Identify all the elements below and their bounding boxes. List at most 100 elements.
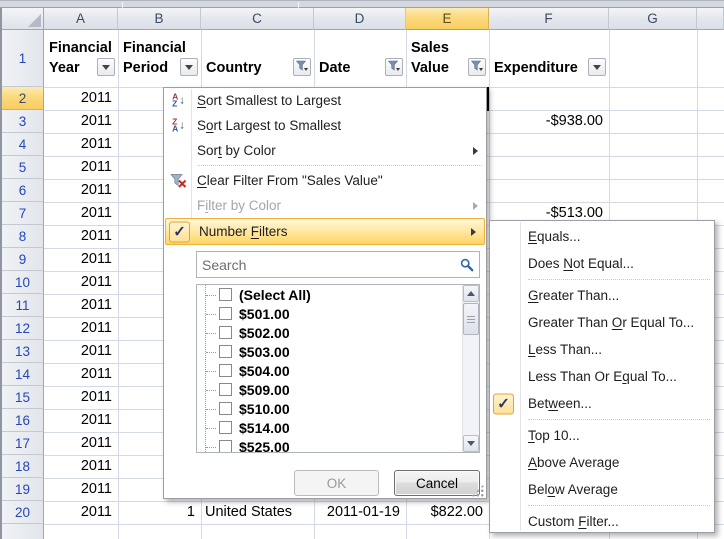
grid-cell-a13[interactable]: 2011 [44,340,118,363]
checkbox-unchecked[interactable] [219,345,232,358]
filter-dropdown-button[interactable] [588,58,606,76]
column-header-A[interactable]: A [44,8,118,30]
menu-item-greater-than[interactable]: Greater Than... [490,282,714,309]
grid-cell-a18[interactable]: 2011 [44,455,118,478]
filter-value-item[interactable]: (Select All) [197,285,479,304]
filter-value-item[interactable]: $501.00 [197,304,479,323]
menu-item-top-10[interactable]: Top 10... [490,422,714,449]
row-header-1[interactable]: 1 [2,30,44,87]
grid-cell-a3[interactable]: 2011 [44,110,118,133]
checkbox-unchecked[interactable] [219,307,232,320]
scroll-up-button[interactable] [463,285,479,302]
menu-item-sort-largest-to-smallest[interactable]: ZA↓Sort Largest to Smallest [164,113,486,138]
grid-cell-a16[interactable]: 2011 [44,409,118,432]
column-header-sliver[interactable] [697,8,724,30]
row-header-19[interactable]: 19 [2,478,44,501]
filter-dropdown-button[interactable] [97,58,115,76]
filter-value-item[interactable]: $514.00 [197,418,479,437]
row-header-16[interactable]: 16 [2,409,44,432]
search-input[interactable] [197,257,455,273]
grid-cell-a19[interactable]: 2011 [44,478,118,501]
row-header-12[interactable]: 12 [2,317,44,340]
row-header-14[interactable]: 14 [2,363,44,386]
filter-value-item[interactable]: $525.00 [197,437,479,453]
row-header-8[interactable]: 8 [2,225,44,248]
ok-button[interactable]: OK [294,470,379,496]
search-icon[interactable] [455,258,479,272]
grid-cell-c20[interactable]: United States [201,501,314,524]
grid-cell-a8[interactable]: 2011 [44,225,118,248]
header-cell-f[interactable]: Expenditure [490,30,609,87]
menu-item-below-average[interactable]: Below Average [490,476,714,503]
row-header-3[interactable]: 3 [2,110,44,133]
header-cell-b[interactable]: FinancialPeriod [119,30,201,87]
grid-cell-a5[interactable]: 2011 [44,156,118,179]
grid-cell-a12[interactable]: 2011 [44,317,118,340]
filter-applied-button[interactable] [293,58,311,76]
menu-item-custom-filter[interactable]: Custom Filter... [490,508,714,535]
row-header-17[interactable]: 17 [2,432,44,455]
menu-item-equals[interactable]: Equals... [490,223,714,250]
filter-value-item[interactable]: $510.00 [197,399,479,418]
filter-applied-button[interactable] [468,58,486,76]
grid-cell-a2[interactable]: 2011 [44,87,118,110]
menu-item-less-than-or-equal-to[interactable]: Less Than Or Equal To... [490,363,714,390]
menu-item-greater-than-or-equal-to[interactable]: Greater Than Or Equal To... [490,309,714,336]
filter-applied-button[interactable] [385,58,403,76]
column-header-E[interactable]: E [406,8,489,30]
grid-cell-a7[interactable]: 2011 [44,202,118,225]
menu-item-between[interactable]: ✓Between... [490,390,714,417]
menu-item-clear-filter-from-sales-value[interactable]: Clear Filter From "Sales Value" [164,168,486,193]
filter-dropdown-button[interactable] [180,58,198,76]
filter-value-item[interactable]: $502.00 [197,323,479,342]
row-header-9[interactable]: 9 [2,248,44,271]
header-cell-e[interactable]: SalesValue [407,30,489,87]
grid-cell-d20[interactable]: 2011-01-19 [314,501,406,524]
row-header-10[interactable]: 10 [2,271,44,294]
listbox-scrollbar[interactable] [462,285,479,452]
scroll-down-button[interactable] [463,435,479,452]
header-cell-d[interactable]: Date [315,30,406,87]
grid-cell-a6[interactable]: 2011 [44,179,118,202]
row-header-11[interactable]: 11 [2,294,44,317]
grid-cell-b20[interactable]: 1 [118,501,201,524]
menu-item-number-filters[interactable]: ✓Number Filters [165,218,485,245]
menu-item-above-average[interactable]: Above Average [490,449,714,476]
filter-value-item[interactable]: $504.00 [197,361,479,380]
grid-cell-e20[interactable]: $822.00 [406,501,489,524]
checkbox-unchecked[interactable] [219,326,232,339]
select-all-corner[interactable] [2,8,44,30]
row-header-13[interactable]: 13 [2,340,44,363]
checkbox-unchecked[interactable] [219,402,232,415]
column-header-B[interactable]: B [118,8,201,30]
checkbox-unchecked[interactable] [219,440,232,453]
row-header-2[interactable]: 2 [2,87,44,110]
row-header-15[interactable]: 15 [2,386,44,409]
row-header-5[interactable]: 5 [2,156,44,179]
grid-cell-a17[interactable]: 2011 [44,432,118,455]
checkbox-unchecked[interactable] [219,288,232,301]
row-header-7[interactable]: 7 [2,202,44,225]
grid-cell-a4[interactable]: 2011 [44,133,118,156]
cancel-button[interactable]: Cancel [394,470,480,496]
row-header-4[interactable]: 4 [2,133,44,156]
checkbox-unchecked[interactable] [219,383,232,396]
scrollbar-thumb[interactable] [463,303,479,335]
row-header-21[interactable] [2,524,44,539]
menu-item-does-not-equal[interactable]: Does Not Equal... [490,250,714,277]
checkbox-unchecked[interactable] [219,421,232,434]
grid-cell-a20[interactable]: 2011 [44,501,118,524]
column-header-D[interactable]: D [314,8,406,30]
grid-cell-a10[interactable]: 2011 [44,271,118,294]
grid-cell-a14[interactable]: 2011 [44,363,118,386]
menu-item-sort-by-color[interactable]: Sort by Color [164,138,486,163]
header-cell-a[interactable]: FinancialYear [45,30,118,87]
row-header-18[interactable]: 18 [2,455,44,478]
menu-item-sort-smallest-to-largest[interactable]: AZ↓Sort Smallest to Largest [164,88,486,113]
row-header-6[interactable]: 6 [2,179,44,202]
menu-item-less-than[interactable]: Less Than... [490,336,714,363]
menu-item-filter-by-color[interactable]: Filter by Color [164,193,486,218]
filter-value-item[interactable]: $509.00 [197,380,479,399]
column-header-C[interactable]: C [201,8,314,30]
grid-cell-f3[interactable]: -$938.00 [489,110,609,133]
